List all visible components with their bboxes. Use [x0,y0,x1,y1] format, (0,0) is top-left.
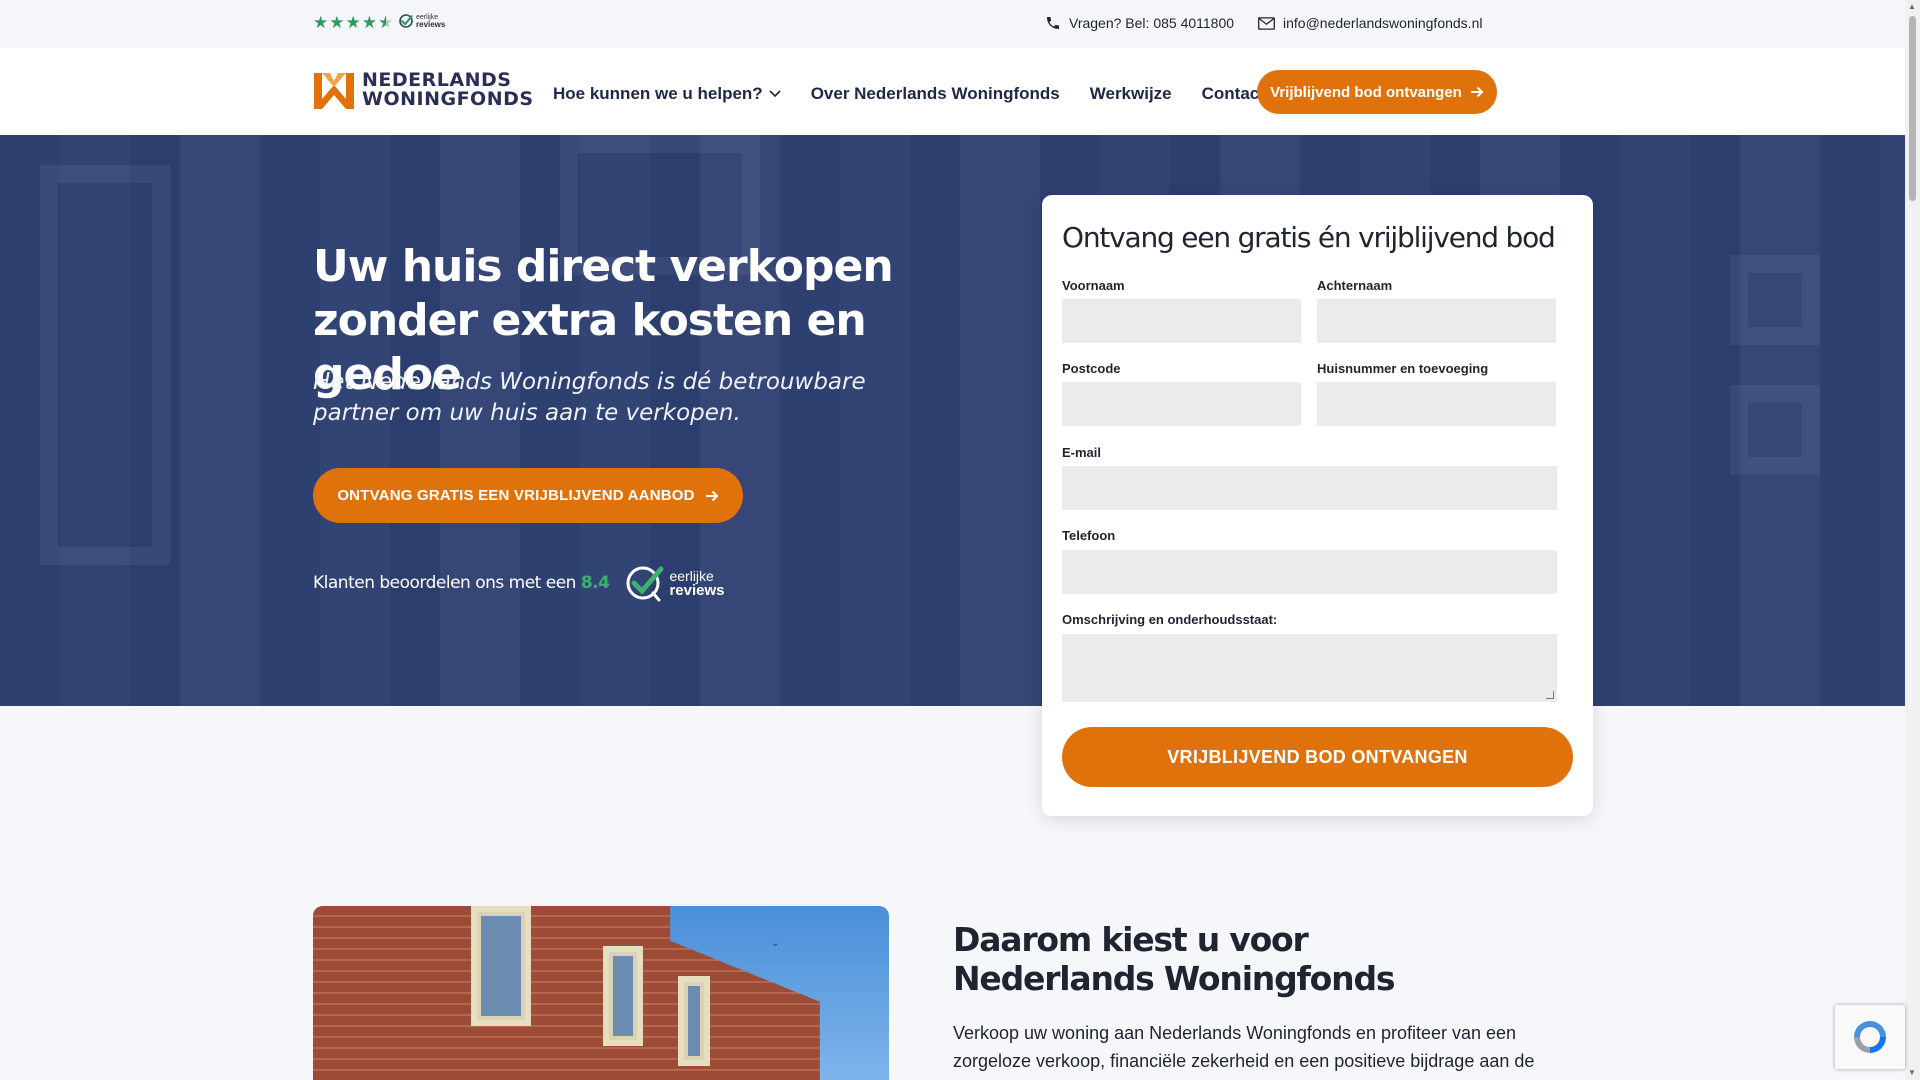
star-icon: ★ [313,13,329,33]
check-badge-icon [399,14,413,28]
email-label: E-mail [1062,445,1102,460]
postcode-label: Postcode [1062,361,1121,376]
hero-rating: Klanten beoordelen ons met een 8.4 eerli… [313,563,725,603]
email-input[interactable] [1062,466,1557,510]
bird-icon: ⌄ [771,938,780,949]
phone-text: Vragen? Bel: 085 4011800 [1069,15,1235,31]
house-photo-window [471,906,531,1026]
submit-offer-button[interactable]: VRIJBLIJVEND BOD ONTVANGEN [1062,727,1573,787]
top-bar: ★ ★ ★ ★ ★ eerlijke reviews Vragen? Bel: … [0,0,1905,48]
achternaam-label: Achternaam [1317,278,1393,293]
hero-bg-window [40,165,170,565]
site-logo[interactable]: NEDERLANDS WONINGFONDS [312,69,534,111]
omschrijving-textarea[interactable] [1062,634,1557,702]
star-icon: ★ [329,13,345,33]
section-title: Daarom kiest u voor Nederlands Woningfon… [953,920,1396,998]
eerlijke-reviews-logo[interactable]: eerlijke reviews [625,563,725,603]
star-half-icon: ★ [378,13,394,33]
omschrijving-label: Omschrijving en onderhoudsstaat: [1062,612,1278,627]
arrow-right-icon [1470,86,1484,98]
resize-grip-icon[interactable] [1546,691,1554,699]
form-title: Ontvang een gratis én vrijblijvend bod [1062,221,1556,254]
chevron-down-icon [769,90,781,98]
hero-bg-window [1730,255,1820,345]
nav-item-about[interactable]: Over Nederlands Woningfonds [811,84,1060,104]
nav-item-help[interactable]: Hoe kunnen we u helpen? [553,84,781,104]
hero-cta-label: ONTVANG GRATIS EEN VRIJBLIJVEND AANBOD [337,487,695,504]
telefoon-label: Telefoon [1062,528,1116,543]
recaptcha-icon [1854,1021,1886,1053]
voornaam-input[interactable] [1062,299,1301,343]
woningfonds-logo-icon [314,73,354,109]
house-photo-window [603,946,643,1046]
scrollbar-thumb[interactable] [1909,16,1916,201]
house-photo: ⌄ [313,906,889,1080]
achternaam-input[interactable] [1317,299,1556,343]
top-phone-link[interactable]: Vragen? Bel: 085 4011800 [1045,15,1234,31]
house-photo-window [678,976,710,1066]
logo-line2: WONINGFONDS [362,88,534,110]
star-icon: ★ [345,13,361,33]
offer-form-card: Ontvang een gratis én vrijblijvend bod V… [1042,195,1593,816]
voornaam-label: Voornaam [1062,278,1125,293]
reviews-line1: eerlijke [669,567,714,584]
section-text: Verkoop uw woning aan Nederlands Woningf… [953,1023,1535,1071]
top-email-link[interactable]: info@nederlandswoningfonds.nl [1258,15,1482,31]
telefoon-input[interactable] [1062,550,1557,594]
house-photo-wall [313,906,820,1080]
nav-item-contact[interactable]: Contact [1202,84,1265,104]
star-icon: ★ [361,13,377,33]
rating-text: Klanten beoordelen ons met een [313,573,576,593]
main-header: NEDERLANDS WONINGFONDS Hoe kunnen we u h… [0,48,1905,135]
hero-bg-window [1730,385,1820,475]
huisnummer-label: Huisnummer en toevoeging [1317,361,1489,376]
reviews-line2: reviews [669,581,725,599]
hero-section: Uw huis direct verkopen zonder extra kos… [0,135,1905,706]
header-cta-button[interactable]: Vrijblijvend bod ontvangen [1257,70,1497,114]
main-nav: Hoe kunnen we u helpen? Over Nederlands … [553,84,1265,104]
nav-item-help-label: Hoe kunnen we u helpen? [553,84,763,103]
mail-icon [1258,16,1275,30]
scroll-up-icon[interactable]: ▲ [1908,2,1916,11]
arrow-right-icon [705,490,719,501]
phone-icon [1047,17,1059,29]
reviews-brand-line2: reviews [416,20,446,29]
nav-item-werkwijze[interactable]: Werkwijze [1090,84,1172,104]
header-cta-label: Vrijblijvend bod ontvangen [1270,83,1462,101]
rating-score: 8.4 [580,573,610,593]
recaptcha-badge[interactable] [1835,1005,1905,1069]
page-scrollbar[interactable]: ▲ ▼ [1905,0,1920,1080]
check-badge-icon [626,566,664,602]
scroll-down-icon[interactable]: ▼ [1908,1068,1916,1077]
huisnummer-input[interactable] [1317,382,1556,426]
rating-stars: ★ ★ ★ ★ ★ [313,15,393,32]
postcode-input[interactable] [1062,382,1301,426]
hero-cta-button[interactable]: ONTVANG GRATIS EEN VRIJBLIJVEND AANBOD [313,468,743,523]
eerlijke-reviews-logo-small[interactable]: eerlijke reviews [398,13,445,29]
hero-subtitle: Het Nederlands Woningfonds is dé betrouw… [313,369,866,426]
email-text: info@nederlandswoningfonds.nl [1283,15,1483,31]
